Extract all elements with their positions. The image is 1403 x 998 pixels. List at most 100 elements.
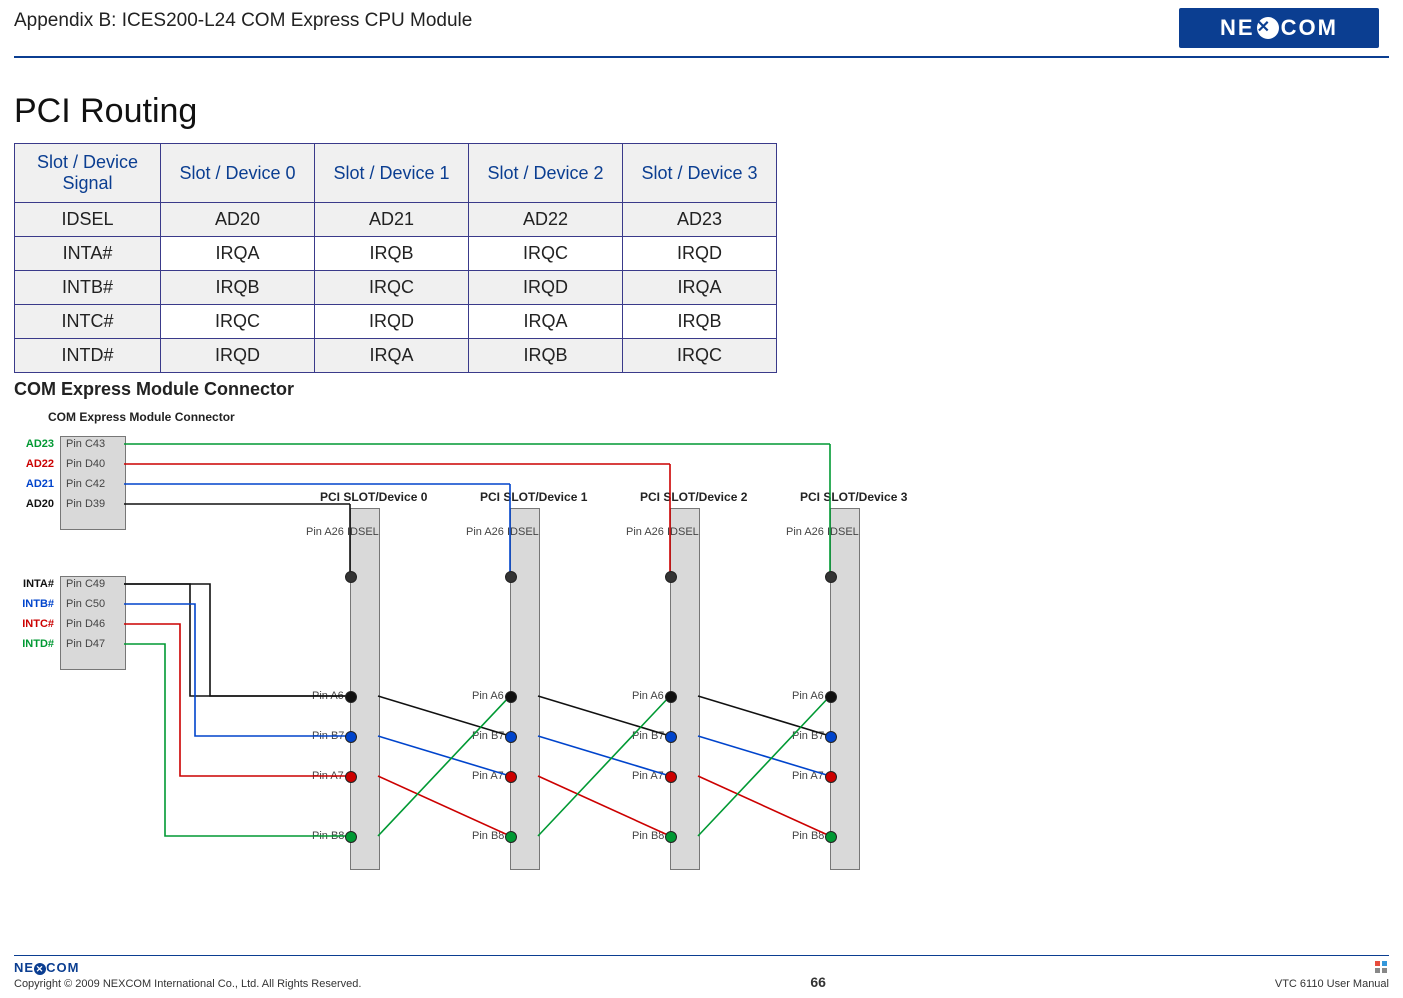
- wire-node: [665, 571, 677, 583]
- manual-title: VTC 6110 User Manual: [1275, 978, 1389, 990]
- table-cell: IRQC: [469, 237, 623, 271]
- slot-pin-label: Pin B8: [792, 830, 824, 842]
- pci-routing-table: Slot / Device Signal Slot / Device 0 Slo…: [14, 143, 777, 373]
- appendix-title: Appendix B: ICES200-L24 COM Express CPU …: [14, 10, 472, 32]
- slot-pin-label: Pin A6: [632, 690, 664, 702]
- wire-node: [825, 771, 837, 783]
- table-cell: INTD#: [15, 339, 161, 373]
- pin-label: Pin D46: [66, 618, 105, 630]
- wire-node: [345, 571, 357, 583]
- table-cell: IRQD: [161, 339, 315, 373]
- table-cell: IRQB: [623, 305, 777, 339]
- signal-label: INTB#: [10, 598, 54, 610]
- pci-slot: [830, 508, 860, 870]
- slot-pin-label: Pin B7: [792, 730, 824, 742]
- wire-node: [665, 771, 677, 783]
- slot-label: PCI SLOT/Device 0: [320, 490, 427, 504]
- slot-pin-label: Pin A7: [312, 770, 344, 782]
- routing-diagram: COM Express Module Connector AD23 Pin C4…: [10, 406, 910, 916]
- wire-node: [345, 831, 357, 843]
- signal-label: AD23: [10, 438, 54, 450]
- signal-label: INTD#: [10, 638, 54, 650]
- wire-node: [505, 731, 517, 743]
- wire-node: [345, 691, 357, 703]
- signal-label: AD20: [10, 498, 54, 510]
- page-number: 66: [810, 974, 826, 990]
- slot-pin-label: Pin A6: [792, 690, 824, 702]
- table-cell: INTC#: [15, 305, 161, 339]
- table-cell: IRQB: [315, 237, 469, 271]
- slot-pin-label: Pin B8: [472, 830, 504, 842]
- diagram-title: COM Express Module Connector: [48, 410, 235, 424]
- slot-pin-label: Pin B8: [632, 830, 664, 842]
- table-cell: IRQA: [469, 305, 623, 339]
- wire-node: [345, 771, 357, 783]
- brand-logo: NE✕COM: [1179, 8, 1379, 48]
- wire-node: [665, 831, 677, 843]
- wire-node: [665, 691, 677, 703]
- signal-label: INTA#: [10, 578, 54, 590]
- table-cell: AD22: [469, 203, 623, 237]
- wire-node: [505, 771, 517, 783]
- slot-pin-label: Pin A26 IDSEL: [306, 526, 352, 538]
- table-cell: INTB#: [15, 271, 161, 305]
- table-cell: IRQC: [623, 339, 777, 373]
- footer-logo: NE✕COM: [14, 960, 84, 978]
- pci-slot: [670, 508, 700, 870]
- pin-label: Pin C42: [66, 478, 105, 490]
- copyright-text: Copyright © 2009 NEXCOM International Co…: [14, 978, 361, 990]
- slot-pin-label: Pin B7: [632, 730, 664, 742]
- slot-pin-label: Pin A26 IDSEL: [626, 526, 672, 538]
- wire-node: [825, 831, 837, 843]
- routing-wires: [10, 406, 910, 916]
- table-cell: IDSEL: [15, 203, 161, 237]
- table-cell: AD21: [315, 203, 469, 237]
- pci-slot: [510, 508, 540, 870]
- slot-pin-label: Pin A26 IDSEL: [786, 526, 832, 538]
- table-cell: IRQA: [315, 339, 469, 373]
- slot-pin-label: Pin A26 IDSEL: [466, 526, 512, 538]
- table-header: Slot / Device 0: [161, 144, 315, 203]
- table-cell: IRQD: [623, 237, 777, 271]
- subsection-title: COM Express Module Connector: [14, 379, 1389, 400]
- slot-label: PCI SLOT/Device 1: [480, 490, 587, 504]
- decorative-dots-icon: [1375, 961, 1389, 975]
- table-header: Slot / Device Signal: [15, 144, 161, 203]
- slot-pin-label: Pin A7: [792, 770, 824, 782]
- table-cell: INTA#: [15, 237, 161, 271]
- table-cell: IRQD: [469, 271, 623, 305]
- table-header: Slot / Device 3: [623, 144, 777, 203]
- pin-label: Pin D39: [66, 498, 105, 510]
- table-header: Slot / Device 2: [469, 144, 623, 203]
- table-cell: IRQA: [623, 271, 777, 305]
- page-footer: NE✕COM Copyright © 2009 NEXCOM Internati…: [14, 955, 1389, 990]
- pin-label: Pin C50: [66, 598, 105, 610]
- slot-pin-label: Pin A6: [312, 690, 344, 702]
- slot-label: PCI SLOT/Device 3: [800, 490, 907, 504]
- table-header: Slot / Device 1: [315, 144, 469, 203]
- table-cell: AD23: [623, 203, 777, 237]
- pin-label: Pin C49: [66, 578, 105, 590]
- signal-label: AD22: [10, 458, 54, 470]
- signal-label: INTC#: [10, 618, 54, 630]
- table-cell: IRQD: [315, 305, 469, 339]
- slot-pin-label: Pin A7: [632, 770, 664, 782]
- wire-node: [505, 831, 517, 843]
- pin-label: Pin D47: [66, 638, 105, 650]
- slot-pin-label: Pin B8: [312, 830, 344, 842]
- pin-label: Pin D40: [66, 458, 105, 470]
- pin-label: Pin C43: [66, 438, 105, 450]
- slot-pin-label: Pin A7: [472, 770, 504, 782]
- slot-pin-label: Pin B7: [472, 730, 504, 742]
- wire-node: [665, 731, 677, 743]
- slot-label: PCI SLOT/Device 2: [640, 490, 747, 504]
- table-cell: IRQB: [469, 339, 623, 373]
- wire-node: [505, 691, 517, 703]
- table-cell: AD20: [161, 203, 315, 237]
- table-cell: IRQC: [161, 305, 315, 339]
- wire-node: [825, 731, 837, 743]
- slot-pin-label: Pin A6: [472, 690, 504, 702]
- wire-node: [505, 571, 517, 583]
- section-title: PCI Routing: [14, 92, 1389, 131]
- table-cell: IRQC: [315, 271, 469, 305]
